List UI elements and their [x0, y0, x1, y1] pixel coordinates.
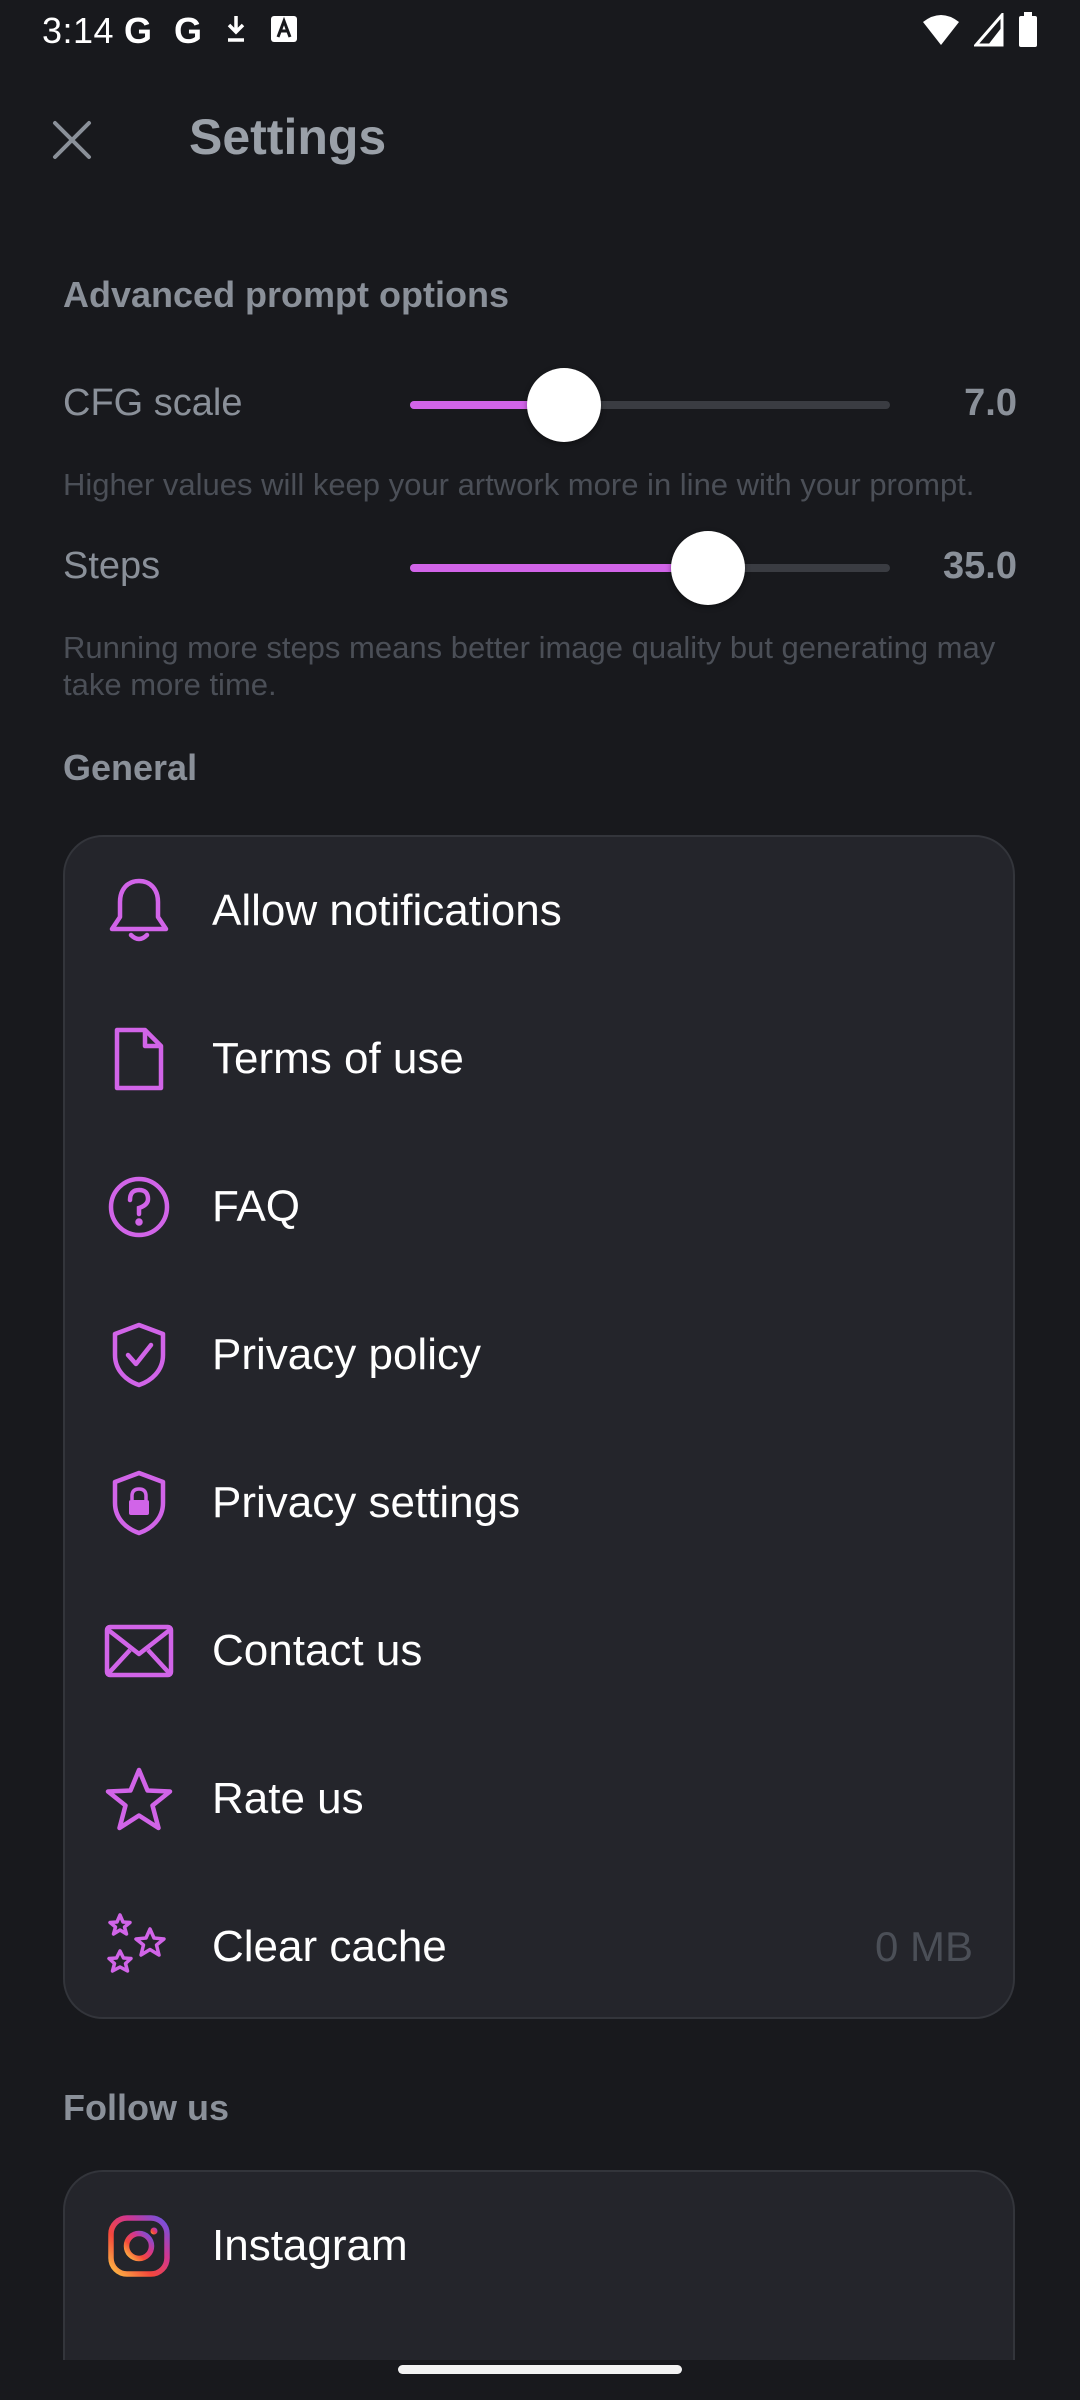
menu-item-label: FAQ [212, 1182, 301, 1231]
cfg-scale-slider-thumb[interactable] [526, 368, 601, 442]
menu-item-contact-us[interactable]: Contact us [65, 1577, 1013, 1725]
section-title-general: General [63, 747, 198, 788]
menu-item-privacy-policy[interactable]: Privacy policy [65, 1281, 1013, 1429]
menu-item-clear-cache[interactable]: Clear cache 0 MB [65, 1873, 1013, 2021]
a-icon [270, 15, 298, 48]
follow-us-card: Instagram [63, 2170, 1015, 2360]
steps-description: Running more steps means better image qu… [63, 630, 996, 702]
steps-slider-fill [410, 564, 708, 572]
help-circle-icon [103, 1171, 175, 1243]
wifi-icon [922, 13, 960, 52]
menu-item-terms-of-use[interactable]: Terms of use [65, 985, 1013, 1133]
document-icon [103, 1023, 175, 1095]
menu-item-label: Privacy policy [212, 1330, 481, 1379]
google-icon: G [124, 10, 153, 51]
status-system-icons [922, 10, 1038, 53]
steps-slider[interactable] [410, 531, 890, 605]
menu-item-label: Instagram [212, 2221, 408, 2270]
menu-item-label: Contact us [212, 1626, 423, 1675]
cfg-scale-slider[interactable] [410, 368, 890, 442]
instagram-icon [103, 2210, 175, 2282]
steps-value: 35.0 [943, 545, 1017, 587]
status-bar: 3:14 G G [0, 0, 1080, 62]
shield-lock-icon [103, 1467, 175, 1539]
menu-item-label: Privacy settings [212, 1478, 521, 1527]
sparkle-stars-icon [103, 1911, 175, 1983]
top-bar: Settings [0, 90, 1080, 182]
cache-size-value: 0 MB [874, 1923, 973, 1970]
menu-item-label: Clear cache [212, 1922, 447, 1971]
home-indicator[interactable] [398, 2365, 682, 2374]
mail-icon [103, 1615, 175, 1687]
download-icon [224, 14, 248, 49]
steps-setting: Steps 35.0 [63, 527, 1017, 607]
status-notification-icons: G G [124, 12, 298, 50]
menu-item-label: Terms of use [212, 1034, 464, 1083]
cell-signal-icon [972, 10, 1004, 52]
cfg-scale-setting: CFG scale 7.0 [63, 364, 1017, 444]
section-title-advanced: Advanced prompt options [63, 274, 510, 315]
cfg-scale-label: CFG scale [63, 382, 243, 424]
cfg-scale-value: 7.0 [964, 382, 1017, 424]
cfg-scale-description: Higher values will keep your artwork mor… [63, 467, 975, 502]
star-icon [103, 1763, 175, 1835]
menu-item-allow-notifications[interactable]: Allow notifications [65, 837, 1013, 985]
menu-item-label: Allow notifications [212, 886, 562, 935]
battery-icon [1018, 12, 1038, 53]
general-settings-card: Allow notifications Terms of use FAQ Pri… [63, 835, 1015, 2019]
close-button[interactable] [40, 108, 104, 172]
google-icon: G [174, 10, 203, 51]
menu-item-label: Rate us [212, 1774, 364, 1823]
steps-label: Steps [63, 545, 161, 587]
bell-icon [103, 875, 175, 947]
page-title: Settings [189, 109, 387, 165]
menu-item-rate-us[interactable]: Rate us [65, 1725, 1013, 1873]
menu-item-instagram[interactable]: Instagram [65, 2172, 1013, 2320]
section-title-follow-us: Follow us [63, 2087, 229, 2128]
status-time: 3:14 [42, 10, 115, 51]
shield-check-icon [103, 1319, 175, 1391]
steps-slider-thumb[interactable] [670, 531, 745, 605]
menu-item-faq[interactable]: FAQ [65, 1133, 1013, 1281]
menu-item-privacy-settings[interactable]: Privacy settings [65, 1429, 1013, 1577]
close-icon [53, 121, 91, 159]
